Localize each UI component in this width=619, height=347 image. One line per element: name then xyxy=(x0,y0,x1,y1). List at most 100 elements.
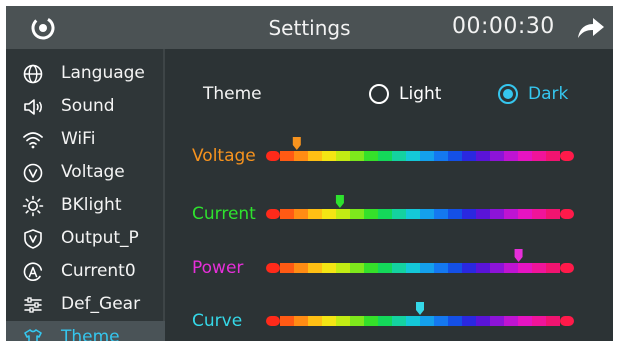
radio-dark[interactable]: Dark xyxy=(498,83,578,105)
sidebar-item-wifi[interactable]: WiFi xyxy=(6,123,165,156)
track-segment xyxy=(546,316,560,326)
sidebar-item-label: Theme xyxy=(61,327,120,341)
sliders-icon xyxy=(24,297,42,313)
track-segment xyxy=(266,151,280,161)
track-segment xyxy=(308,151,322,161)
track-segment xyxy=(266,316,280,326)
slider-row-voltage: Voltage xyxy=(167,137,613,171)
track-segment xyxy=(392,209,406,219)
slider-row-current: Current xyxy=(167,195,613,229)
track-segment xyxy=(532,263,546,273)
tshirt-icon xyxy=(24,329,42,341)
radio-label: Dark xyxy=(528,84,569,104)
track-segment xyxy=(462,263,476,273)
sidebar-item-bklight[interactable]: BKlight xyxy=(6,189,165,222)
rainbow-track xyxy=(266,137,574,161)
track-segment xyxy=(280,316,294,326)
color-slider[interactable] xyxy=(265,302,576,326)
track-segment xyxy=(518,316,532,326)
share-arrow-icon[interactable] xyxy=(577,16,605,40)
track-segment xyxy=(336,151,350,161)
color-slider[interactable] xyxy=(265,195,576,219)
track-segment xyxy=(280,151,294,161)
track-segment xyxy=(294,151,308,161)
slider-handle[interactable] xyxy=(514,249,523,262)
track-segment xyxy=(546,263,560,273)
track-segment xyxy=(392,151,406,161)
track-segment xyxy=(518,209,532,219)
track-segment xyxy=(364,263,378,273)
sidebar-item-label: BKlight xyxy=(61,195,122,215)
radio-selected-dot xyxy=(503,89,513,99)
track-segment xyxy=(420,209,434,219)
track-segment xyxy=(560,316,574,326)
track-segment xyxy=(434,263,448,273)
track-segment xyxy=(266,209,280,219)
sidebar-item-label: Language xyxy=(61,63,145,83)
shield-v-icon xyxy=(24,229,42,249)
sidebar-item-voltage[interactable]: Voltage xyxy=(6,156,165,189)
radio-light[interactable]: Light xyxy=(369,83,449,105)
track-segment xyxy=(462,316,476,326)
track-segment xyxy=(364,209,378,219)
slider-handle[interactable] xyxy=(416,302,424,315)
track-segment xyxy=(280,209,294,219)
track-segment xyxy=(532,151,546,161)
theme-label: Theme xyxy=(203,84,262,104)
track-segment xyxy=(266,263,280,273)
track-segment xyxy=(504,151,518,161)
track-segment xyxy=(294,316,308,326)
slider-row-curve: Curve xyxy=(167,302,613,336)
slider-label: Voltage xyxy=(192,146,256,166)
color-slider[interactable] xyxy=(265,249,576,273)
track-segment xyxy=(378,316,392,326)
slider-label: Curve xyxy=(192,311,243,331)
radio-ring xyxy=(369,84,389,104)
track-segment xyxy=(420,316,434,326)
track-segment xyxy=(518,151,532,161)
track-segment xyxy=(364,316,378,326)
track-segment xyxy=(392,316,406,326)
sidebar-item-current0[interactable]: Current0 xyxy=(6,255,165,288)
track-segment xyxy=(434,316,448,326)
track-segment xyxy=(448,209,462,219)
track-segment xyxy=(476,316,490,326)
sidebar-item-language[interactable]: Language xyxy=(6,57,165,90)
sidebar-item-sound[interactable]: Sound xyxy=(6,90,165,123)
sidebar-item-label: Def_Gear xyxy=(61,294,141,314)
track-segment xyxy=(420,263,434,273)
sidebar-item-def-gear[interactable]: Def_Gear xyxy=(6,288,165,321)
track-segment xyxy=(308,209,322,219)
track-segment xyxy=(350,263,364,273)
track-segment xyxy=(406,151,420,161)
track-segment xyxy=(490,316,504,326)
sidebar-item-output-p[interactable]: Output_P xyxy=(6,222,165,255)
track-segment xyxy=(322,263,336,273)
sidebar-item-label: Voltage xyxy=(61,162,125,182)
rainbow-track xyxy=(266,249,574,273)
track-segment xyxy=(462,151,476,161)
circle-a-icon xyxy=(23,262,43,281)
track-segment xyxy=(476,263,490,273)
color-slider[interactable] xyxy=(265,137,576,161)
track-segment xyxy=(350,209,364,219)
track-segment xyxy=(378,263,392,273)
slider-row-power: Power xyxy=(167,249,613,283)
track-segment xyxy=(546,209,560,219)
header-bar: Settings 00:00:30 xyxy=(6,6,613,49)
track-segment xyxy=(322,151,336,161)
device-screen: Settings 00:00:30 Language Sound WiFi Vo… xyxy=(6,6,613,341)
sidebar-item-label: Current0 xyxy=(61,261,136,281)
track-segment xyxy=(462,209,476,219)
track-segment xyxy=(294,263,308,273)
track-segment xyxy=(336,209,350,219)
track-segment xyxy=(448,263,462,273)
slider-handle[interactable] xyxy=(335,195,344,208)
track-segment xyxy=(322,316,336,326)
track-segment xyxy=(378,151,392,161)
track-segment xyxy=(406,209,420,219)
slider-handle[interactable] xyxy=(292,137,301,150)
rainbow-track xyxy=(266,195,574,219)
sidebar-item-theme[interactable]: Theme xyxy=(6,321,165,341)
track-segment xyxy=(364,151,378,161)
